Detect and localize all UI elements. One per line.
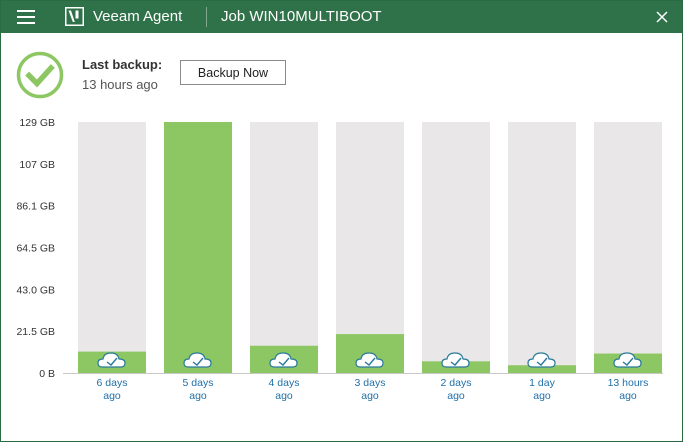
- x-tick-label[interactable]: 5 days ago: [158, 377, 238, 403]
- bar[interactable]: [164, 122, 232, 373]
- y-tick-label: 64.5 GB: [16, 243, 55, 255]
- backup-now-button[interactable]: Backup Now: [180, 60, 286, 85]
- backup-size-chart: 0 B 21.5 GB 43.0 GB 64.5 GB 86.1 GB 107 GB 129…: [16, 117, 663, 380]
- x-tick-label[interactable]: 6 days ago: [72, 377, 152, 403]
- hamburger-menu-icon[interactable]: [17, 9, 35, 25]
- y-tick-label: 107 GB: [19, 159, 55, 171]
- job-title: Job WIN10MULTIBOOT: [221, 8, 382, 25]
- close-icon[interactable]: [655, 10, 669, 24]
- y-tick-label: 43.0 GB: [16, 284, 55, 296]
- y-tick-label: 0 B: [39, 368, 55, 380]
- y-tick-label: 86.1 GB: [16, 201, 55, 213]
- app-title: Veeam Agent: [93, 8, 183, 25]
- last-backup-time: 13 hours ago: [82, 77, 158, 92]
- title-bar: Veeam Agent Job WIN10MULTIBOOT: [1, 1, 682, 33]
- bar-track: [250, 122, 318, 373]
- x-tick-label[interactable]: 4 days ago: [244, 377, 324, 403]
- x-tick-label[interactable]: 2 days ago: [416, 377, 496, 403]
- bar-track: [508, 122, 576, 373]
- veeam-logo-icon: [65, 7, 84, 26]
- title-divider: [206, 7, 207, 27]
- x-tick-label[interactable]: 13 hours ago: [588, 377, 668, 403]
- bar-track: [78, 122, 146, 373]
- y-tick-label: 21.5 GB: [16, 326, 55, 338]
- x-tick-label[interactable]: 1 day ago: [502, 377, 582, 403]
- success-check-icon: [16, 51, 64, 99]
- x-tick-label[interactable]: 3 days ago: [330, 377, 410, 403]
- bar-track: [422, 122, 490, 373]
- veeam-agent-window: Veeam Agent Job WIN10MULTIBOOT Last back…: [0, 0, 683, 442]
- bar-track: [594, 122, 662, 373]
- last-backup-label: Last backup:: [82, 57, 163, 72]
- y-tick-label: 129 GB: [19, 117, 55, 129]
